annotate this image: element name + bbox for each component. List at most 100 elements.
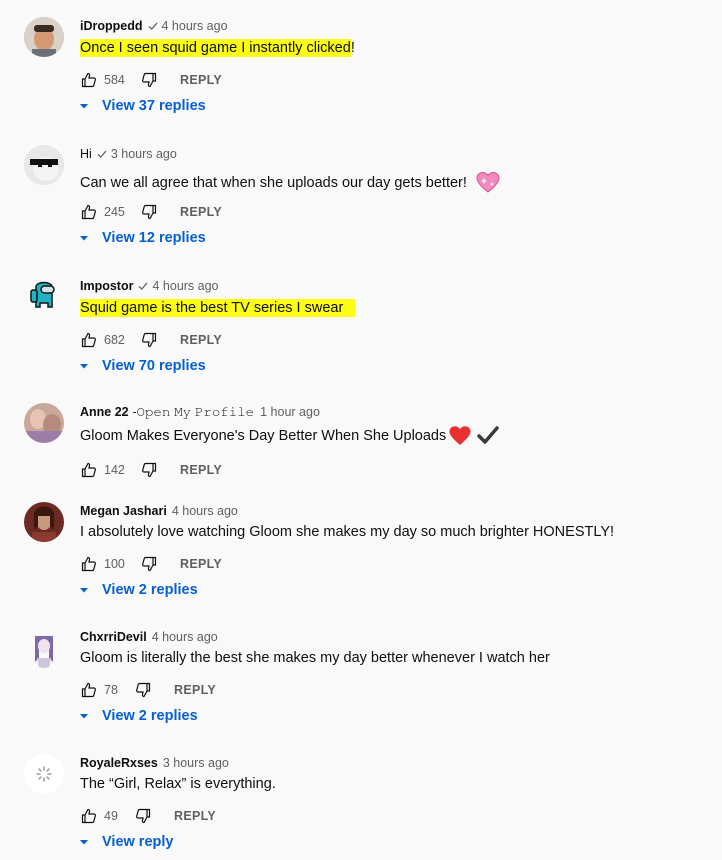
comment-time[interactable]: 3 hours ago xyxy=(163,756,229,770)
reply-button[interactable]: REPLY xyxy=(180,557,222,571)
comment-author[interactable]: Megan Jashari xyxy=(80,504,167,518)
view-replies-label: View reply xyxy=(102,834,174,850)
thumb-down-icon[interactable] xyxy=(140,71,158,89)
sparkling-heart-icon xyxy=(476,171,500,193)
reply-button[interactable]: REPLY xyxy=(180,463,222,477)
thumb-up-icon[interactable] xyxy=(80,331,98,349)
comment-time[interactable]: 4 hours ago xyxy=(172,504,238,518)
comment-author[interactable]: Anne 22 -𝙾𝚙𝚎𝚗 𝙼𝚢 𝙿𝚛𝚘𝚏𝚒𝚕𝚎 xyxy=(80,405,254,420)
avatar[interactable] xyxy=(24,403,64,443)
view-replies-button[interactable]: View 12 replies xyxy=(78,230,206,246)
view-replies-label: View 37 replies xyxy=(102,98,206,114)
check-mark-icon xyxy=(477,426,499,444)
comment-time[interactable]: 4 hours ago xyxy=(162,19,228,33)
comment-actions: 682 REPLY xyxy=(80,331,222,349)
view-replies-label: View 2 replies xyxy=(102,582,198,598)
thumb-down-icon[interactable] xyxy=(140,331,158,349)
comment-author[interactable]: ChxrriDevil xyxy=(80,630,147,644)
like-count: 245 xyxy=(104,205,125,219)
like-count: 100 xyxy=(104,557,125,571)
reply-button[interactable]: REPLY xyxy=(180,205,222,219)
comment-author[interactable]: RoyaleRxses xyxy=(80,756,158,770)
comment-actions: 142 REPLY xyxy=(80,461,222,479)
thumb-down-icon[interactable] xyxy=(140,461,158,479)
check-icon xyxy=(97,150,107,158)
highlighted-text: Squid game is the best TV series I swear xyxy=(80,299,356,317)
comment-text: Squid game is the best TV series I swear xyxy=(80,299,356,317)
caret-down-icon xyxy=(80,714,88,719)
comment-actions: 100 REPLY xyxy=(80,555,222,573)
thumb-down-icon[interactable] xyxy=(134,807,152,825)
highlighted-text: Once I seen squid game I instantly click… xyxy=(80,39,351,57)
thumb-down-icon[interactable] xyxy=(140,203,158,221)
comment-time[interactable]: 3 hours ago xyxy=(111,147,177,161)
avatar[interactable] xyxy=(24,17,64,57)
comment-text: Once I seen squid game I instantly click… xyxy=(80,39,355,57)
thumb-up-icon[interactable] xyxy=(80,807,98,825)
avatar[interactable] xyxy=(24,502,64,542)
caret-down-icon xyxy=(80,104,88,109)
comment-header: Anne 22 -𝙾𝚙𝚎𝚗 𝙼𝚢 𝙿𝚛𝚘𝚏𝚒𝚕𝚎 1 hour ago xyxy=(80,403,320,421)
comment-header: Megan Jashari 4 hours ago xyxy=(80,502,238,520)
view-replies-button[interactable]: View 70 replies xyxy=(78,358,206,374)
thumb-up-icon[interactable] xyxy=(80,555,98,573)
view-replies-button[interactable]: View 37 replies xyxy=(78,98,206,114)
comment-actions: 584 REPLY xyxy=(80,71,222,89)
comment-text: The “Girl, Relax” is everything. xyxy=(80,776,276,792)
avatar[interactable] xyxy=(24,277,64,317)
like-count: 142 xyxy=(104,463,125,477)
comment-header: RoyaleRxses 3 hours ago xyxy=(80,754,229,772)
thumb-down-icon[interactable] xyxy=(140,555,158,573)
comment-text: I absolutely love watching Gloom she mak… xyxy=(80,524,614,540)
thumb-down-icon[interactable] xyxy=(134,681,152,699)
caret-down-icon xyxy=(80,364,88,369)
comment-actions: 245 REPLY xyxy=(80,203,222,221)
check-icon xyxy=(139,282,148,290)
caret-down-icon xyxy=(80,236,88,241)
comment-body: Gloom Makes Everyone's Day Better When S… xyxy=(80,428,447,444)
view-replies-button[interactable]: View 2 replies xyxy=(78,582,198,598)
comment-body: I absolutely love watching Gloom she mak… xyxy=(80,524,615,540)
like-count: 49 xyxy=(104,809,118,823)
comment-body: Can we all agree that when she uploads o… xyxy=(80,175,467,191)
comment-actions: 49 REPLY xyxy=(80,807,216,825)
avatar[interactable] xyxy=(24,628,64,668)
like-count: 682 xyxy=(104,333,125,347)
comment-body: Gloom is literally the best she makes my… xyxy=(80,650,550,666)
thumb-up-icon[interactable] xyxy=(80,681,98,699)
like-count: 584 xyxy=(104,73,125,87)
comment-time[interactable]: 4 hours ago xyxy=(152,630,218,644)
avatar[interactable] xyxy=(24,145,64,185)
avatar[interactable] xyxy=(24,754,64,794)
comment-text: Can we all agree that when she uploads o… xyxy=(80,171,501,195)
view-replies-button[interactable]: View reply xyxy=(78,834,173,850)
caret-down-icon xyxy=(80,840,88,845)
reply-button[interactable]: REPLY xyxy=(180,73,222,87)
red-heart-icon xyxy=(449,426,471,445)
view-replies-label: View 12 replies xyxy=(102,230,206,246)
caret-down-icon xyxy=(80,588,88,593)
thumb-up-icon[interactable] xyxy=(80,461,98,479)
view-replies-button[interactable]: View 2 replies xyxy=(78,708,198,724)
comment-header: ChxrriDevil 4 hours ago xyxy=(80,628,218,646)
comment-actions: 78 REPLY xyxy=(80,681,216,699)
comment-time[interactable]: 1 hour ago xyxy=(260,405,320,419)
author-suffix: -𝙾𝚙𝚎𝚗 𝙼𝚢 𝙿𝚛𝚘𝚏𝚒𝚕𝚎 xyxy=(128,404,255,419)
comment-time[interactable]: 4 hours ago xyxy=(152,279,218,293)
comment-text: Gloom Makes Everyone's Day Better When S… xyxy=(80,425,500,447)
comment-header: iDroppedd 4 hours ago xyxy=(80,17,228,35)
comment-text: Gloom is literally the best she makes my… xyxy=(80,650,550,666)
reply-button[interactable]: REPLY xyxy=(174,683,216,697)
comment-author[interactable]: Impostor xyxy=(80,279,133,293)
like-count: 78 xyxy=(104,683,118,697)
author-name: Anne 22 xyxy=(80,404,129,419)
comment-author[interactable]: Hi xyxy=(80,147,92,161)
comment-author[interactable]: iDroppedd xyxy=(80,19,143,33)
reply-button[interactable]: REPLY xyxy=(180,333,222,347)
check-icon xyxy=(148,22,157,30)
view-replies-label: View 2 replies xyxy=(102,708,198,724)
thumb-up-icon[interactable] xyxy=(80,203,98,221)
view-replies-label: View 70 replies xyxy=(102,358,206,374)
reply-button[interactable]: REPLY xyxy=(174,809,216,823)
thumb-up-icon[interactable] xyxy=(80,71,98,89)
